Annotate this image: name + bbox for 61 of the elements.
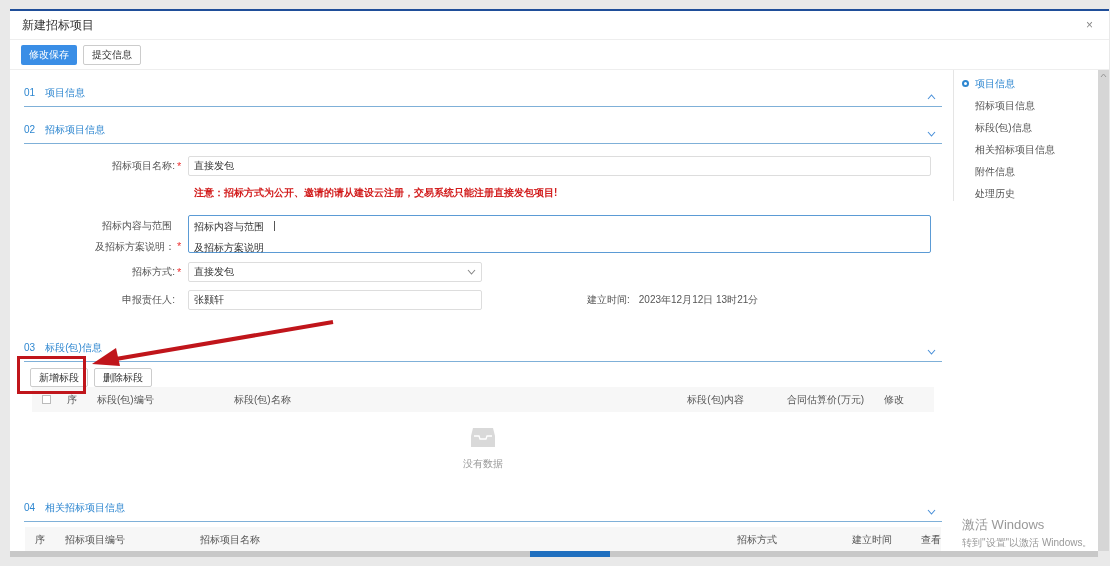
section-number: 01 xyxy=(24,85,36,100)
column-header: 招标项目名称 xyxy=(199,532,261,547)
nav-link[interactable]: 相关招标项目信息 xyxy=(975,142,1055,157)
column-header: 序 xyxy=(67,393,78,408)
nav-link[interactable]: 项目信息 xyxy=(975,76,1015,91)
field-label: 及招标方案说明： xyxy=(95,239,175,254)
empty-state-text: 没有数据 xyxy=(463,457,503,472)
nav-link[interactable]: 标段(包)信息 xyxy=(975,120,1032,135)
text-line: 及招标方案说明 xyxy=(194,240,264,255)
chevron-down-icon[interactable] xyxy=(927,130,936,137)
section-title[interactable]: 招标项目信息 xyxy=(45,121,106,137)
toolbar-button[interactable]: 新增标段 xyxy=(30,368,88,388)
select-field[interactable]: 直接发包 xyxy=(188,261,482,282)
section-title[interactable]: 标段(包)信息 xyxy=(45,340,102,356)
text-cursor xyxy=(274,221,275,231)
checkbox[interactable] xyxy=(42,395,51,405)
column-header: 建立时间 xyxy=(850,532,892,547)
required-mark: * xyxy=(177,266,183,277)
required-mark: * xyxy=(177,241,183,251)
column-header: 查看 xyxy=(920,532,941,547)
field-label: 申报责任人: xyxy=(122,293,175,307)
section-number: 04 xyxy=(24,501,36,515)
scroll-up-icon[interactable] xyxy=(1100,73,1107,78)
caret-icon[interactable] xyxy=(467,268,476,275)
column-header: 标段(包)内容 xyxy=(686,393,744,408)
nav-link[interactable]: 处理历史 xyxy=(975,186,1015,201)
text-input[interactable]: 张颢轩 xyxy=(188,289,482,310)
annotation-highlight-box xyxy=(17,356,86,394)
inbox-icon xyxy=(470,426,496,449)
section-title[interactable]: 项目信息 xyxy=(45,84,86,100)
toolbar-button[interactable]: 删除标段 xyxy=(94,368,152,388)
close-button[interactable]: × xyxy=(1082,16,1097,34)
section-title[interactable]: 相关招标项目信息 xyxy=(45,500,126,515)
column-header: 修改 xyxy=(883,393,904,408)
column-header: 招标方式 xyxy=(736,532,778,547)
nav-link[interactable]: 附件信息 xyxy=(975,164,1015,179)
section-number: 02 xyxy=(24,122,36,137)
field-label: 招标内容与范围 xyxy=(102,218,172,233)
warning-notice: 注意：招标方式为公开、邀请的请从建设云注册，交易系统只能注册直接发包项目! xyxy=(194,186,558,198)
nav-link[interactable]: 招标项目信息 xyxy=(975,98,1035,113)
column-header: 标段(包)编号 xyxy=(97,393,155,408)
activation-notice-text: 转到"设置"以激活 Windows。 xyxy=(962,535,1093,550)
column-header: 序 xyxy=(34,532,46,547)
section-number: 03 xyxy=(24,341,36,356)
dialog-title: 新建招标项目 xyxy=(22,17,94,34)
chevron-up-icon[interactable] xyxy=(927,93,936,100)
field-label: 建立时间: xyxy=(587,293,630,307)
column-header: 合同估算价(万元) xyxy=(786,393,864,408)
text-input[interactable]: 直接发包 xyxy=(188,155,931,176)
column-header: 招标项目编号 xyxy=(65,532,127,547)
chevron-down-icon[interactable] xyxy=(927,349,936,356)
created-time: 2023年12月12日 13时21分 xyxy=(638,293,759,307)
field-label: 招标项目名称: xyxy=(112,159,175,173)
activation-notice-title: 激活 Windows xyxy=(962,516,1046,534)
text-line: 招标内容与范围 xyxy=(194,219,264,234)
field-label: 招标方式: xyxy=(132,265,175,279)
chevron-down-icon[interactable] xyxy=(927,509,936,515)
column-header: 标段(包)名称 xyxy=(234,393,292,408)
text-area[interactable]: 招标内容与范围 及招标方案说明 xyxy=(188,214,931,253)
toolbar-button[interactable]: 提交信息 xyxy=(83,44,141,65)
required-mark: * xyxy=(177,160,183,171)
